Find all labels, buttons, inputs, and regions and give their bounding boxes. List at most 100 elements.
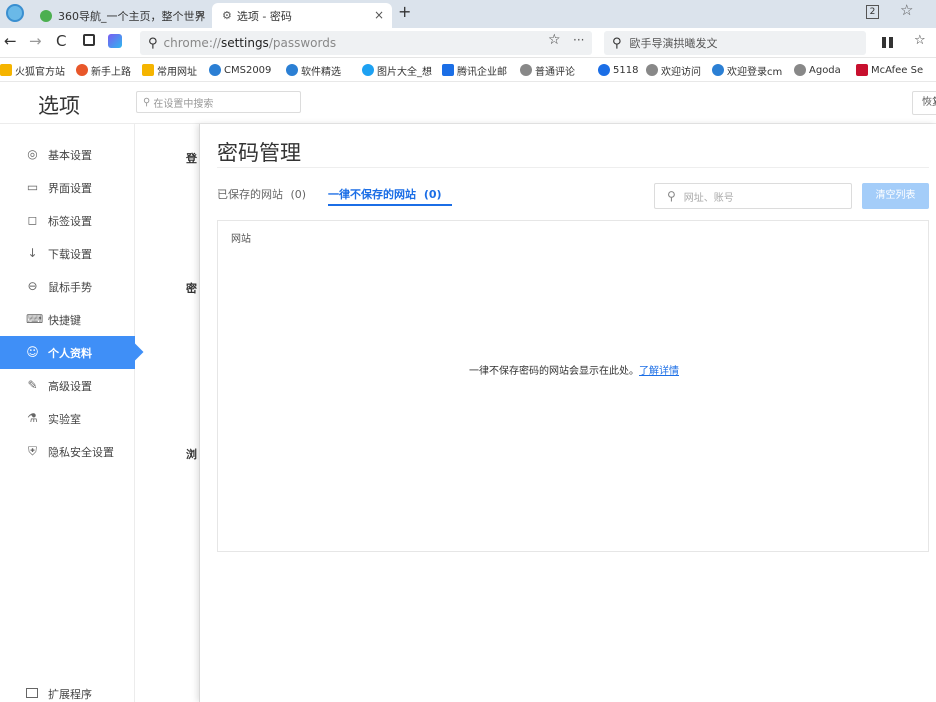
globe-icon (646, 64, 658, 76)
sidebar-item-shortcuts[interactable]: ⌨ 快捷键 (0, 303, 135, 336)
bookmark-item[interactable]: 普通评论 (520, 62, 575, 78)
tab-never-saved-sites[interactable]: 一律不保存的网站 (0) (328, 186, 442, 202)
bookmark-item[interactable]: CMS2009 (209, 62, 271, 78)
sidebar-item-basic[interactable]: ◎ 基本设置 (0, 138, 135, 171)
favorite-icon[interactable]: ☆ (900, 1, 913, 19)
bookmark-star-icon[interactable]: ☆ (914, 33, 926, 48)
flask-icon: ⚗ (27, 411, 38, 425)
interface-icon: ▭ (26, 180, 39, 194)
wrench-icon: ✎ (27, 378, 38, 392)
extensions-icon (26, 688, 38, 698)
close-icon[interactable]: × (374, 8, 384, 22)
url-scheme: chrome:// (163, 36, 221, 50)
app-icon[interactable] (108, 34, 122, 48)
sites-list: 网站 一律不保存密码的网站会显示在此处。了解详情 (217, 220, 929, 552)
sidebar-item-advanced[interactable]: ✎ 高级设置 (0, 369, 135, 402)
bookmark-item[interactable]: 图片大全_想 (362, 62, 432, 78)
globe-icon (40, 9, 52, 22)
section-label-password: 密 (186, 282, 197, 295)
sidebar-item-label: 鼠标手势 (48, 280, 92, 294)
mouse-icon: ⊖ (27, 279, 38, 293)
reload-icon[interactable]: C (56, 32, 66, 50)
settings-header: 选项 ⚲ 在设置中搜索 恢复 (0, 82, 936, 124)
settings-sidebar: ◎ 基本设置 ▭ 界面设置 ◻ 标签设置 ↓ 下载设置 ⊖ 鼠标手势 ⌨ 快捷键 ☺ 个人资料… (0, 124, 135, 702)
bookmark-item[interactable]: 欢迎登录cm (712, 62, 782, 78)
sidebar-item-download[interactable]: ↓ 下载设置 (0, 237, 135, 270)
bookmark-item[interactable]: Agoda (794, 62, 841, 78)
apps-grid-icon[interactable] (882, 37, 893, 48)
tab-icon: ◻ (27, 213, 38, 227)
sidebar-item-label: 快捷键 (48, 313, 81, 327)
active-tab-indicator (328, 204, 452, 206)
close-icon[interactable]: × (196, 8, 206, 22)
forward-icon[interactable]: → (29, 32, 42, 50)
tab-title: 选项 - 密码 (236, 9, 292, 23)
keyboard-icon: ⌨ (26, 312, 44, 326)
tab-360-nav[interactable]: 360导航_一个主页，整个世界 × (32, 3, 210, 28)
bookmark-item[interactable]: McAfee Se (856, 62, 923, 78)
tab-saved-sites[interactable]: 已保存的网站 (0) (217, 186, 306, 202)
bookmark-item[interactable]: 新手上路 (76, 62, 131, 78)
address-bar[interactable]: ⚲ chrome://settings/passwords (140, 31, 592, 55)
globe-icon (520, 64, 532, 76)
new-tab-button[interactable]: + (398, 2, 411, 21)
globe-icon (794, 64, 806, 76)
mail-icon (442, 64, 454, 76)
bookmark-item[interactable]: 火狐官方站 (0, 62, 65, 78)
url-host: settings (220, 36, 269, 50)
site-icon (209, 64, 221, 76)
sidebar-item-tabs[interactable]: ◻ 标签设置 (0, 204, 135, 237)
sidebar-item-label: 高级设置 (48, 379, 92, 393)
site-icon (712, 64, 724, 76)
bookmark-item[interactable]: 欢迎访问 (646, 62, 701, 78)
home-icon[interactable] (83, 34, 95, 46)
tab-title: 360导航_一个主页，整个世界 (58, 9, 206, 23)
shield-icon: ⛨ (27, 444, 37, 458)
clear-list-button[interactable]: 清空列表 (862, 183, 929, 209)
sidebar-item-privacy[interactable]: ⛨ 隐私安全设置 (0, 435, 135, 468)
tab-strip: 360导航_一个主页，整个世界 × ⚙ 选项 - 密码 × + 2 ☆ (0, 0, 936, 28)
basic-settings-icon: ◎ (27, 147, 38, 161)
search-value: 歐手导演拱曦发文 (629, 37, 718, 50)
gear-icon: ⚙ (222, 9, 232, 22)
sidebar-item-label: 隐私安全设置 (48, 445, 114, 459)
section-label-login: 登 (186, 152, 197, 165)
site-icon (598, 64, 610, 76)
section-label-browse: 浏 (186, 448, 197, 461)
dialog-title: 密码管理 (217, 141, 301, 165)
bookmark-item[interactable]: 腾讯企业邮 (442, 62, 507, 78)
site-icon (362, 64, 374, 76)
restore-defaults-button[interactable]: 恢复 (912, 91, 936, 115)
search-icon: ⚲ (143, 96, 151, 108)
bookmark-item[interactable]: 软件精选 (286, 62, 341, 78)
download-icon: ↓ (27, 246, 38, 260)
bookmark-item[interactable]: 常用网址 (142, 62, 197, 78)
bookmark-item[interactable]: 5118 (598, 62, 638, 78)
tab-options-passwords[interactable]: ⚙ 选项 - 密码 × (212, 3, 392, 28)
sidebar-item-lab[interactable]: ⚗ 实验室 (0, 402, 135, 435)
empty-state-message: 一律不保存密码的网站会显示在此处。了解详情 (218, 362, 930, 377)
sidebar-item-profile[interactable]: ☺ 个人资料 (0, 336, 135, 369)
search-icon: ⚲ (667, 189, 676, 203)
sidebar-item-interface[interactable]: ▭ 界面设置 (0, 171, 135, 204)
more-icon[interactable]: ··· (573, 33, 584, 47)
back-icon[interactable]: ← (4, 32, 17, 50)
password-search-input[interactable]: ⚲ 网址、账号 (654, 183, 852, 209)
sidebar-item-label: 界面设置 (48, 181, 92, 195)
learn-more-link[interactable]: 了解详情 (639, 366, 679, 377)
mcafee-icon (856, 64, 868, 76)
star-icon[interactable]: ☆ (548, 32, 561, 48)
settings-search-placeholder: 在设置中搜索 (153, 98, 214, 110)
sidebar-item-label: 个人资料 (48, 346, 92, 360)
tab-count-badge[interactable]: 2 (866, 5, 879, 19)
settings-search-input[interactable]: ⚲ 在设置中搜索 (136, 91, 301, 113)
sidebar-item-label: 下载设置 (48, 247, 92, 261)
browser-logo-icon[interactable] (6, 4, 24, 22)
sidebar-item-extensions[interactable]: 扩展程序 (0, 686, 135, 702)
sidebar-item-mouse-gestures[interactable]: ⊖ 鼠标手势 (0, 270, 135, 303)
empty-state-text: 一律不保存密码的网站会显示在此处。 (469, 366, 639, 377)
folder-icon (0, 64, 12, 76)
password-search-placeholder: 网址、账号 (683, 192, 734, 204)
search-bar[interactable]: ⚲ 歐手导演拱曦发文 (604, 31, 866, 55)
firefox-icon (76, 64, 88, 76)
